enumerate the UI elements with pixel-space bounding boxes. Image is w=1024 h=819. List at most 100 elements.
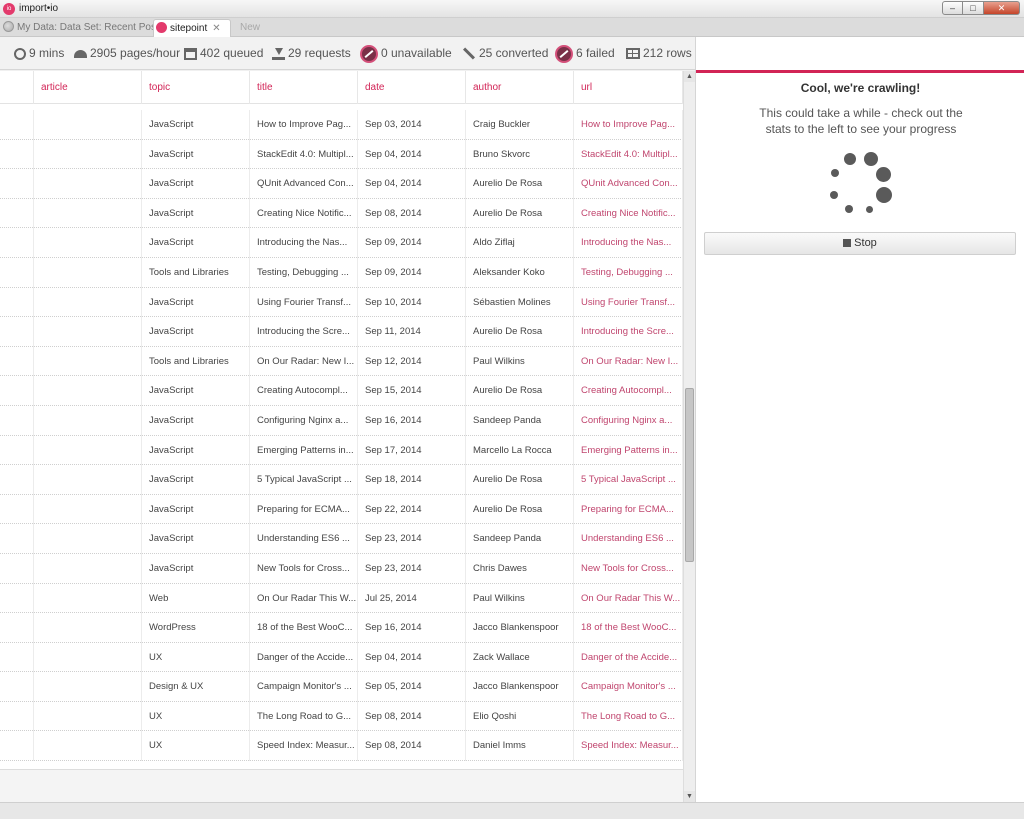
cell-article bbox=[34, 287, 142, 318]
cell-author: Sandeep Panda bbox=[466, 405, 574, 436]
cell-title: The Long Road to G... bbox=[250, 701, 358, 732]
table-row[interactable]: Design & UX Campaign Monitor's ... Sep 05,… bbox=[0, 672, 683, 702]
table-row[interactable]: JavaScript Creating Autocompl... Sep 15, 2… bbox=[0, 376, 683, 406]
cell-url[interactable]: The Long Road to G... bbox=[574, 701, 683, 732]
cell-title: On Our Radar This W... bbox=[250, 583, 358, 614]
minimize-button[interactable]: – bbox=[942, 1, 963, 15]
cell-url[interactable]: StackEdit 4.0: Multipl... bbox=[574, 139, 683, 170]
cell-article bbox=[34, 731, 142, 762]
table-row[interactable]: JavaScript Introducing the Nas... Sep 09, … bbox=[0, 228, 683, 258]
column-header-author[interactable]: author bbox=[466, 71, 574, 104]
table-row[interactable]: JavaScript Understanding ES6 ... Sep 23, 2… bbox=[0, 524, 683, 554]
tab-new[interactable]: New bbox=[240, 19, 260, 37]
stat-text: 402 queued bbox=[200, 46, 264, 60]
tab-my-data[interactable]: My Data: Data Set: Recent Posts bbox=[3, 19, 164, 37]
table-row[interactable]: UX Speed Index: Measur... Sep 08, 2014 Dani… bbox=[0, 731, 683, 762]
cell-url[interactable]: Speed Index: Measur... bbox=[574, 731, 683, 762]
cell-date: Sep 15, 2014 bbox=[358, 376, 466, 406]
cell-topic: JavaScript bbox=[142, 494, 250, 525]
cell-author: Chris Dawes bbox=[466, 553, 574, 584]
table-row[interactable]: JavaScript StackEdit 4.0: Multipl... Sep 0… bbox=[0, 139, 683, 170]
cell-url[interactable]: Emerging Patterns in... bbox=[574, 435, 683, 466]
cell-url[interactable]: New Tools for Cross... bbox=[574, 553, 683, 584]
tab-label: sitepoint bbox=[170, 23, 208, 34]
table-row[interactable]: Tools and Libraries Testing, Debugging ..… bbox=[0, 257, 683, 288]
cell-topic: JavaScript bbox=[142, 405, 250, 436]
table-row[interactable]: JavaScript How to Improve Pag... Sep 03, 2… bbox=[0, 110, 683, 140]
cell-article bbox=[34, 169, 142, 199]
tab-sitepoint[interactable]: sitepoint ✕ bbox=[153, 19, 231, 37]
cell-url[interactable]: Understanding ES6 ... bbox=[574, 524, 683, 554]
table-row[interactable]: Tools and Libraries On Our Radar: New I..… bbox=[0, 346, 683, 377]
cell-topic: JavaScript bbox=[142, 139, 250, 170]
cell-url[interactable]: Campaign Monitor's ... bbox=[574, 672, 683, 702]
cell-index bbox=[0, 435, 34, 466]
cell-author: Sébastien Molines bbox=[466, 287, 574, 318]
cell-url[interactable]: How to Improve Pag... bbox=[574, 110, 683, 140]
cell-date: Sep 16, 2014 bbox=[358, 613, 466, 643]
table-row[interactable]: UX Danger of the Accide... Sep 04, 2014 Zac… bbox=[0, 642, 683, 673]
cell-url[interactable]: Introducing the Nas... bbox=[574, 228, 683, 258]
table-row[interactable]: JavaScript Emerging Patterns in... Sep 17,… bbox=[0, 435, 683, 466]
cell-author: Aldo Ziflaj bbox=[466, 228, 574, 258]
cell-author: Elio Qoshi bbox=[466, 701, 574, 732]
cell-url[interactable]: On Our Radar: New I... bbox=[574, 346, 683, 377]
cell-url[interactable]: Preparing for ECMA... bbox=[574, 494, 683, 525]
cell-title: Speed Index: Measur... bbox=[250, 731, 358, 762]
close-window-button[interactable]: ✕ bbox=[984, 1, 1020, 15]
table-row[interactable]: JavaScript QUnit Advanced Con... Sep 04, 2… bbox=[0, 169, 683, 199]
cell-url[interactable]: Creating Nice Notific... bbox=[574, 198, 683, 229]
close-tab-icon[interactable]: ✕ bbox=[212, 23, 220, 34]
cell-url[interactable]: Testing, Debugging ... bbox=[574, 257, 683, 288]
cell-url[interactable]: Creating Autocompl... bbox=[574, 376, 683, 406]
cell-index bbox=[0, 524, 34, 554]
cell-article bbox=[34, 405, 142, 436]
cell-topic: Design & UX bbox=[142, 672, 250, 702]
cell-url[interactable]: QUnit Advanced Con... bbox=[574, 169, 683, 199]
cell-topic: JavaScript bbox=[142, 524, 250, 554]
cell-url[interactable]: On Our Radar This W... bbox=[574, 583, 683, 614]
globe-icon bbox=[3, 21, 14, 32]
app-window: io import•io – □ ✕ My Data: Data Set: Re… bbox=[0, 0, 1024, 819]
cell-article bbox=[34, 553, 142, 584]
cell-date: Sep 05, 2014 bbox=[358, 672, 466, 702]
cell-title: Introducing the Nas... bbox=[250, 228, 358, 258]
scroll-thumb[interactable] bbox=[685, 388, 694, 562]
cell-article bbox=[34, 139, 142, 170]
column-header-article[interactable]: article bbox=[34, 71, 142, 104]
table-row[interactable]: JavaScript Introducing the Scre... Sep 11,… bbox=[0, 317, 683, 347]
column-header-url[interactable]: url bbox=[574, 71, 683, 104]
table-footer bbox=[0, 769, 683, 802]
cell-url[interactable]: Introducing the Scre... bbox=[574, 317, 683, 347]
cell-url[interactable]: Configuring Nginx a... bbox=[574, 405, 683, 436]
column-header[interactable] bbox=[0, 71, 34, 104]
table-row[interactable]: UX The Long Road to G... Sep 08, 2014 Elio … bbox=[0, 701, 683, 732]
scroll-down-icon[interactable]: ▼ bbox=[684, 791, 695, 802]
table-row[interactable]: JavaScript Using Fourier Transf... Sep 10,… bbox=[0, 287, 683, 318]
column-header-date[interactable]: date bbox=[358, 71, 466, 104]
cell-author: Marcello La Rocca bbox=[466, 435, 574, 466]
stop-button[interactable]: Stop bbox=[704, 232, 1016, 255]
table-row[interactable]: JavaScript Preparing for ECMA... Sep 22, 2… bbox=[0, 494, 683, 525]
cell-url[interactable]: 5 Typical JavaScript ... bbox=[574, 465, 683, 495]
cell-url[interactable]: Using Fourier Transf... bbox=[574, 287, 683, 318]
table-row[interactable]: WordPress 18 of the Best WooC... Sep 16, 2… bbox=[0, 613, 683, 643]
table-row[interactable]: JavaScript New Tools for Cross... Sep 23, … bbox=[0, 553, 683, 584]
cell-url[interactable]: Danger of the Accide... bbox=[574, 642, 683, 673]
wand-icon bbox=[462, 47, 476, 60]
maximize-button[interactable]: □ bbox=[963, 1, 984, 15]
table-scrollbar[interactable]: ▲ ▼ bbox=[683, 71, 695, 802]
scroll-up-icon[interactable]: ▲ bbox=[684, 71, 695, 82]
cell-title: 5 Typical JavaScript ... bbox=[250, 465, 358, 495]
table-row[interactable]: Web On Our Radar This W... Jul 25, 2014 Pau… bbox=[0, 583, 683, 614]
cell-author: Jacco Blankenspoor bbox=[466, 672, 574, 702]
cell-article bbox=[34, 465, 142, 495]
cell-index bbox=[0, 287, 34, 318]
cell-topic: UX bbox=[142, 701, 250, 732]
column-header-topic[interactable]: topic bbox=[142, 71, 250, 104]
table-row[interactable]: JavaScript 5 Typical JavaScript ... Sep 18… bbox=[0, 465, 683, 495]
table-row[interactable]: JavaScript Configuring Nginx a... Sep 16, … bbox=[0, 405, 683, 436]
table-row[interactable]: JavaScript Creating Nice Notific... Sep 08… bbox=[0, 198, 683, 229]
column-header-title[interactable]: title bbox=[250, 71, 358, 104]
cell-url[interactable]: 18 of the Best WooC... bbox=[574, 613, 683, 643]
